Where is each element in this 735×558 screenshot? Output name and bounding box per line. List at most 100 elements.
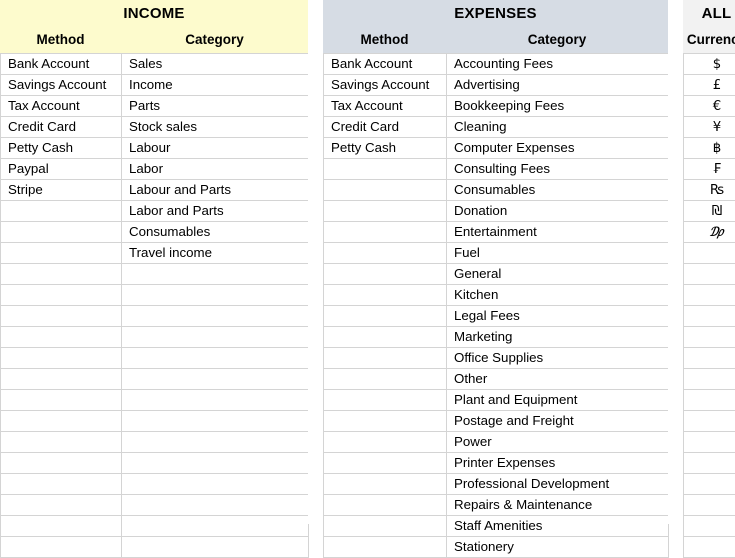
income-method-cell[interactable] <box>1 390 122 411</box>
table-row[interactable] <box>1 495 309 516</box>
table-row[interactable] <box>1 369 309 390</box>
income-category-cell[interactable] <box>122 432 309 453</box>
table-row[interactable] <box>1 453 309 474</box>
expenses-category-cell[interactable]: Staff Amenities <box>447 516 669 537</box>
table-row[interactable]: ฿ <box>684 138 735 159</box>
expenses-category-cell[interactable]: Consumables <box>447 180 669 201</box>
table-row[interactable] <box>684 495 735 516</box>
table-row[interactable]: Legal Fees <box>324 306 669 327</box>
table-row[interactable] <box>684 306 735 327</box>
income-category-cell[interactable] <box>122 495 309 516</box>
table-row[interactable]: Petty CashLabour <box>1 138 309 159</box>
table-row[interactable]: Travel income <box>1 243 309 264</box>
table-row[interactable] <box>684 348 735 369</box>
income-method-cell[interactable] <box>1 348 122 369</box>
table-row[interactable]: Credit CardStock sales <box>1 117 309 138</box>
table-row[interactable]: Other <box>324 369 669 390</box>
income-category-cell[interactable]: Income <box>122 75 309 96</box>
table-row[interactable] <box>684 243 735 264</box>
table-row[interactable] <box>684 516 735 537</box>
currency-cell[interactable] <box>684 495 735 516</box>
table-row[interactable] <box>1 516 309 537</box>
expenses-method-cell[interactable] <box>324 222 447 243</box>
expenses-category-cell[interactable]: Power <box>447 432 669 453</box>
expenses-method-cell[interactable] <box>324 348 447 369</box>
table-row[interactable]: General <box>324 264 669 285</box>
expenses-category-cell[interactable]: Bookkeeping Fees <box>447 96 669 117</box>
table-row[interactable] <box>1 306 309 327</box>
expenses-category-cell[interactable]: Accounting Fees <box>447 54 669 75</box>
table-row[interactable]: Labor and Parts <box>1 201 309 222</box>
table-row[interactable]: Tax AccountBookkeeping Fees <box>324 96 669 117</box>
expenses-method-cell[interactable] <box>324 495 447 516</box>
table-row[interactable] <box>1 537 309 558</box>
income-category-cell[interactable] <box>122 516 309 537</box>
expenses-method-cell[interactable] <box>324 243 447 264</box>
income-category-cell[interactable] <box>122 348 309 369</box>
income-category-cell[interactable]: Labor <box>122 159 309 180</box>
expenses-method-cell[interactable] <box>324 516 447 537</box>
income-method-cell[interactable]: Credit Card <box>1 117 122 138</box>
expenses-method-cell[interactable] <box>324 432 447 453</box>
expenses-category-cell[interactable]: Fuel <box>447 243 669 264</box>
table-row[interactable] <box>1 411 309 432</box>
income-category-cell[interactable] <box>122 327 309 348</box>
currency-cell[interactable]: ₪ <box>684 201 735 222</box>
income-category-cell[interactable]: Sales <box>122 54 309 75</box>
income-method-cell[interactable]: Tax Account <box>1 96 122 117</box>
table-row[interactable] <box>684 264 735 285</box>
table-row[interactable]: Bank AccountAccounting Fees <box>324 54 669 75</box>
table-row[interactable]: Stationery <box>324 537 669 558</box>
table-row[interactable] <box>1 264 309 285</box>
currency-cell[interactable] <box>684 285 735 306</box>
income-method-cell[interactable] <box>1 369 122 390</box>
expenses-category-cell[interactable]: Computer Expenses <box>447 138 669 159</box>
expenses-method-cell[interactable] <box>324 285 447 306</box>
currency-cell[interactable] <box>684 243 735 264</box>
expenses-method-cell[interactable] <box>324 180 447 201</box>
currency-cell[interactable] <box>684 474 735 495</box>
income-category-cell[interactable] <box>122 285 309 306</box>
expenses-category-cell[interactable]: Office Supplies <box>447 348 669 369</box>
currency-cell[interactable]: ¥ <box>684 117 735 138</box>
expenses-category-cell[interactable]: Plant and Equipment <box>447 390 669 411</box>
table-row[interactable]: Donation <box>324 201 669 222</box>
currency-cell[interactable]: ฿ <box>684 138 735 159</box>
table-row[interactable]: Repairs & Maintenance <box>324 495 669 516</box>
table-row[interactable] <box>684 390 735 411</box>
income-method-cell[interactable] <box>1 264 122 285</box>
income-category-cell[interactable]: Labour <box>122 138 309 159</box>
expenses-category-cell[interactable]: Repairs & Maintenance <box>447 495 669 516</box>
income-method-cell[interactable] <box>1 474 122 495</box>
expenses-category-cell[interactable]: Donation <box>447 201 669 222</box>
income-category-cell[interactable] <box>122 474 309 495</box>
currency-cell[interactable]: ₨ <box>684 180 735 201</box>
table-row[interactable]: € <box>684 96 735 117</box>
income-category-cell[interactable]: Parts <box>122 96 309 117</box>
expenses-category-cell[interactable]: Consulting Fees <box>447 159 669 180</box>
income-method-cell[interactable] <box>1 453 122 474</box>
income-category-cell[interactable] <box>122 411 309 432</box>
income-category-cell[interactable] <box>122 264 309 285</box>
table-row[interactable]: ₣ <box>684 159 735 180</box>
table-row[interactable]: Postage and Freight <box>324 411 669 432</box>
table-row[interactable]: ₪ <box>684 201 735 222</box>
expenses-method-cell[interactable]: Tax Account <box>324 96 447 117</box>
table-row[interactable] <box>684 285 735 306</box>
currency-cell[interactable]: ₣ <box>684 159 735 180</box>
table-row[interactable]: Savings AccountAdvertising <box>324 75 669 96</box>
expenses-method-cell[interactable] <box>324 474 447 495</box>
table-row[interactable] <box>1 474 309 495</box>
table-row[interactable] <box>1 432 309 453</box>
expenses-method-cell[interactable] <box>324 390 447 411</box>
table-row[interactable]: ₨ <box>684 180 735 201</box>
currency-cell[interactable]: ₯ <box>684 222 735 243</box>
table-row[interactable] <box>684 453 735 474</box>
income-method-cell[interactable] <box>1 537 122 558</box>
income-category-cell[interactable]: Labor and Parts <box>122 201 309 222</box>
table-row[interactable]: ¥ <box>684 117 735 138</box>
table-row[interactable]: Consumables <box>1 222 309 243</box>
table-row[interactable] <box>684 327 735 348</box>
currency-cell[interactable] <box>684 516 735 537</box>
table-row[interactable] <box>684 411 735 432</box>
